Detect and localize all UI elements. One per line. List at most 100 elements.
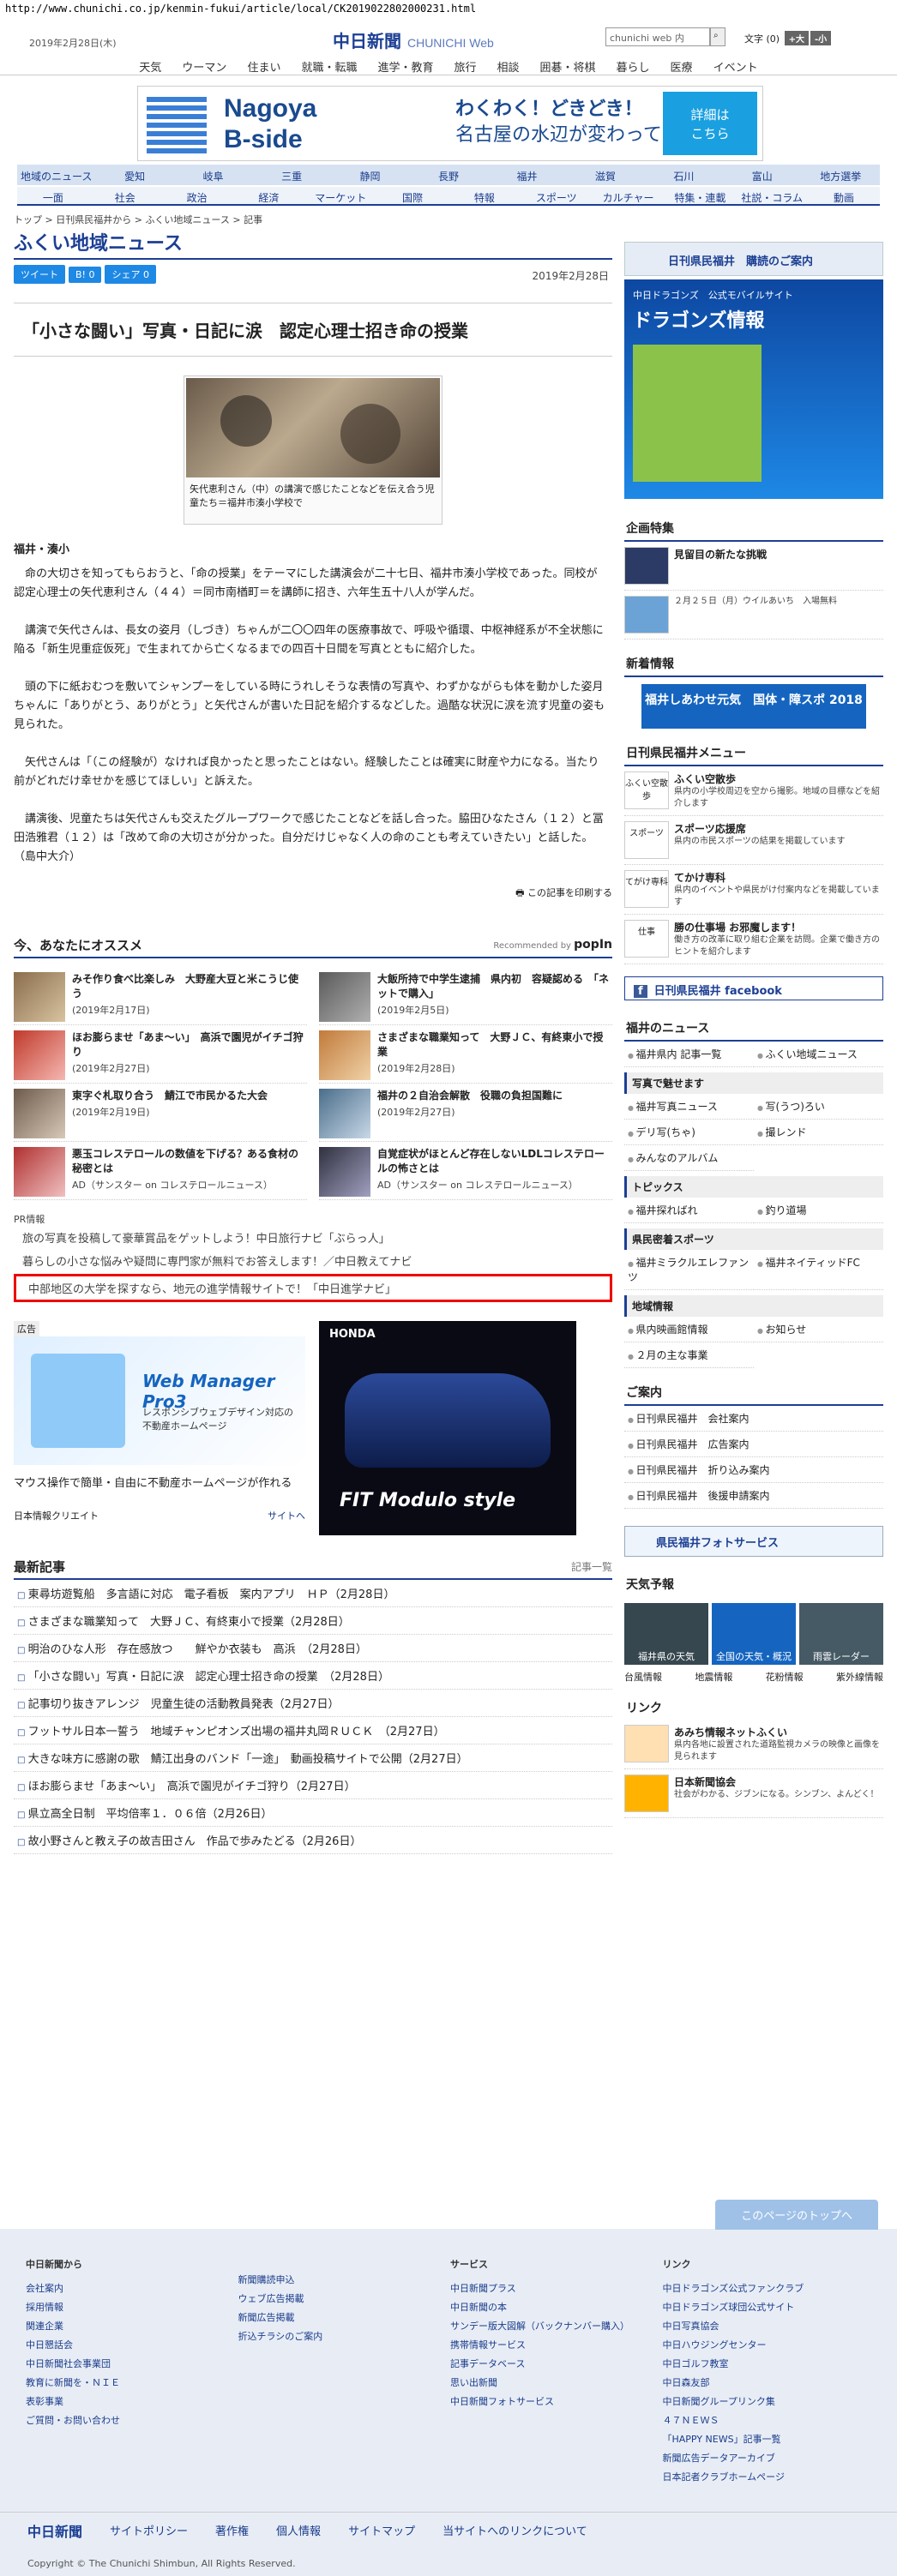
menu-item[interactable]: てがけ専科 てかけ専科 県内のイベントや県民がけ付案内などを掲載しています <box>624 865 883 915</box>
footer-link[interactable]: 中日森友部 <box>663 2373 876 2392</box>
category-nav-item[interactable]: 動画 <box>808 187 880 204</box>
pr-link[interactable]: 暮らしの小さな悩みや疑問に専門家が無料でお答えします！／中日教えてナビ <box>14 1249 612 1272</box>
region-link[interactable]: 県内映画館情報 <box>624 1317 754 1342</box>
latest-item[interactable]: 「小さな闘い」写真・日記に涙 認定心理士招き命の授業 （2月28日） <box>14 1662 612 1690</box>
recommend-item[interactable]: 東字ぐ札取り合う 鯖江で市民かるた大会 (2019年2月19日) <box>14 1084 307 1142</box>
footer-link[interactable]: サンデー版大図解（バックナンバー購入） <box>450 2316 663 2335</box>
category-nav-item[interactable]: カルチャー <box>593 187 665 204</box>
gnav-item[interactable]: 住まい <box>237 55 291 75</box>
latest-item[interactable]: 東尋坊遊覧船 多言語に対応 電子看板 案内アプリ ＨＰ（2月28日） <box>14 1580 612 1607</box>
print-link[interactable]: 🖶 この記事を印刷する <box>14 886 612 902</box>
latest-more-link[interactable]: 記事一覧 <box>571 1559 612 1574</box>
footer-link[interactable]: 表彰事業 <box>26 2392 238 2411</box>
pr-link-highlighted[interactable]: 中部地区の大学を探すなら、地元の進学情報サイトで！「中日進学ナビ」 <box>14 1274 612 1302</box>
footer-link[interactable]: 教育に新聞を・ＮＩＥ <box>26 2373 238 2392</box>
recommend-item[interactable]: 悪玉コレステロールの数値を下げる？ある食材の秘密とは AD（サンスター on コレ… <box>14 1142 307 1200</box>
recommend-item[interactable]: さまざまな職業知って 大野ＪＣ、有終東小で授業 (2019年2月28日) <box>319 1025 612 1084</box>
recommend-item[interactable]: 大飯所持で中学生逮捕 県内初 容疑認める 「ネットで購入」 (2019年2月5日) <box>319 967 612 1025</box>
weather-link[interactable]: 台風情報 <box>624 1670 662 1684</box>
category-nav-item[interactable]: 社会 <box>89 187 161 204</box>
footer-bar-link[interactable]: 当サイトへのリンクについて <box>442 2522 587 2538</box>
footer-link[interactable]: 日本記者クラブホームページ <box>663 2467 876 2486</box>
breadcrumb[interactable]: トップ > 日刊県民福井から > ふくい地域ニュース > 記事 <box>14 213 612 228</box>
ad-web-manager[interactable]: 広告 Web Manager Pro3 レスポンシブウェブデザイン対応の不動産ホ… <box>14 1321 305 1546</box>
menu-item[interactable]: 仕事 勝の仕事場 お邪魔します！ 働き方の改革に取り組む企業を訪問。企業で働き方のヒ… <box>624 915 883 964</box>
gnav-item[interactable]: 暮らし <box>606 55 660 75</box>
gnav-item[interactable]: 天気 <box>129 55 172 75</box>
link-item[interactable]: 日本新聞協会 社会がわかる、ジブンになる。シンブン、よんどく！ <box>624 1769 883 1818</box>
footer-link[interactable]: 「HAPPY NEWS」記事一覧 <box>663 2429 876 2448</box>
gnav-item[interactable]: 医療 <box>660 55 703 75</box>
guide-link[interactable]: 日刊県民福井 広告案内 <box>624 1432 883 1457</box>
region-nav-item[interactable]: 愛知 <box>95 165 173 185</box>
footer-link[interactable]: 新聞広告データアーカイブ <box>663 2448 876 2467</box>
footer-bar-link[interactable]: サイトポリシー <box>110 2522 188 2538</box>
category-nav-item[interactable]: 一面 <box>17 187 89 204</box>
gnav-item[interactable]: イベント <box>703 55 768 75</box>
latest-item[interactable]: ほお膨らませ「あま〜い」 高浜で園児がイチゴ狩り（2月27日） <box>14 1772 612 1799</box>
footer-bar-link[interactable]: 個人情報 <box>276 2522 321 2538</box>
region-nav-item[interactable]: 福井 <box>488 165 566 185</box>
text-size-small-button[interactable]: -小 <box>810 31 832 45</box>
footer-link[interactable]: 折込チラシのご案内 <box>238 2327 451 2345</box>
recommend-item[interactable]: 自覚症状がほとんど存在しないLDLコレステロールの怖さとは AD（サンスター on… <box>319 1142 612 1200</box>
dragons-banner[interactable]: 中日ドラゴンズ 公式モバイルサイト ドラゴンズ情報 <box>624 279 883 499</box>
footer-link[interactable]: 中日新聞グループリンク集 <box>663 2392 876 2411</box>
footer-link[interactable]: 携帯情報サービス <box>450 2335 663 2354</box>
region-nav-item[interactable]: 三重 <box>252 165 330 185</box>
fnews-link[interactable]: 福井県内 記事一覧 <box>624 1042 754 1067</box>
latest-item[interactable]: 明治のひな人形 存在感放つ 鮮やか衣装も 高浜 （2月28日） <box>14 1635 612 1662</box>
category-nav-item[interactable]: 社説・コラム <box>736 187 808 204</box>
footer-link[interactable]: 中日新聞の本 <box>450 2297 663 2316</box>
photo-service-banner[interactable]: 県民福井フォトサービス <box>624 1526 883 1557</box>
site-logo[interactable]: 中日新聞 CHUNICHI Web <box>333 27 494 52</box>
gnav-item[interactable]: 相談 <box>487 55 530 75</box>
ad-site-link[interactable]: サイトへ <box>268 1509 305 1522</box>
tweet-button[interactable]: ツイート <box>14 265 65 284</box>
link-item[interactable]: あみち情報ネットふくい 県内各地に設置された道路監視カメラの映像と画像を見られます <box>624 1720 883 1769</box>
ad-banner-nagoya-bside[interactable]: Nagoya B-side わくわく！どきどき！ 名古屋の水辺が変わっていく 詳細は… <box>137 86 763 161</box>
footer-link[interactable]: 記事データベース <box>450 2354 663 2373</box>
weather-link[interactable]: 花粉情報 <box>766 1670 804 1684</box>
subscribe-banner[interactable]: 日刊県民福井 購読のご案内 <box>624 242 883 276</box>
kikaku-item[interactable]: ２月２５日（月）ウイルあいち 入場無料 <box>624 591 883 639</box>
latest-item[interactable]: 大きな味方に感謝の歌 鯖江出身のバンド「一途」 動画投稿サイトで公開（2月27日… <box>14 1744 612 1772</box>
hatena-button[interactable]: B! 0 <box>69 267 102 283</box>
region-nav-item[interactable]: 地域のニュース <box>17 165 95 185</box>
footer-link[interactable]: 中日懇話会 <box>26 2335 238 2354</box>
sports-link[interactable]: 福井ミラクルエレファンツ <box>624 1250 754 1290</box>
weather-link[interactable]: 紫外線情報 <box>836 1670 883 1684</box>
weather-link[interactable]: 地震情報 <box>695 1670 732 1684</box>
category-nav-item[interactable]: 特報 <box>448 187 521 204</box>
footer-link[interactable]: 中日写真協会 <box>663 2316 876 2335</box>
topics-link[interactable]: 福井探ればれ <box>624 1198 754 1223</box>
category-nav-item[interactable]: 国際 <box>376 187 448 204</box>
menu-item[interactable]: ふくい空散歩 ふくい空散歩 県内の小学校周辺を空から撮影。地域の目標などを紹介します <box>624 766 883 816</box>
weather-tile-national[interactable]: 全国の天気・概況 <box>712 1603 796 1665</box>
region-nav-item[interactable]: 地方選挙 <box>802 165 880 185</box>
photo-link[interactable]: 撮レンド <box>754 1120 883 1145</box>
photo-link[interactable]: デリ写(ちゃ) <box>624 1120 754 1145</box>
search-button[interactable]: ⌕ <box>710 27 725 46</box>
latest-item[interactable]: フットサル日本一誓う 地域チャンピオンズ出場の福井丸岡ＲＵＣＫ （2月27日） <box>14 1717 612 1744</box>
to-top-button[interactable]: このページのトップへ <box>715 2200 878 2230</box>
weather-tile-radar[interactable]: 雨雲レーダー <box>799 1603 883 1665</box>
footer-link[interactable]: 関連企業 <box>26 2316 238 2335</box>
menu-item[interactable]: スポーツ スポーツ応援席 県内の市民スポーツの結果を掲載しています <box>624 816 883 865</box>
footer-link[interactable]: 採用情報 <box>26 2297 238 2316</box>
footer-link[interactable]: ウェブ広告掲載 <box>238 2289 451 2308</box>
text-size-large-button[interactable]: +大 <box>784 31 809 45</box>
ad-honda[interactable]: HONDA FIT Modulo style <box>319 1321 576 1535</box>
footer-link[interactable]: 中日ドラゴンズ球団公式サイト <box>663 2297 876 2316</box>
region-nav-item[interactable]: 静岡 <box>331 165 409 185</box>
category-nav-item[interactable]: 政治 <box>161 187 233 204</box>
gnav-item[interactable]: 就職・転職 <box>291 55 367 75</box>
region-nav-item[interactable]: 岐阜 <box>174 165 252 185</box>
footer-link[interactable]: 中日新聞フォトサービス <box>450 2392 663 2411</box>
footer-bar-link[interactable]: サイトマップ <box>348 2522 415 2538</box>
facebook-link[interactable]: f 日刊県民福井 facebook <box>624 976 883 1000</box>
topics-link[interactable]: 釣り道場 <box>754 1198 883 1223</box>
pr-link[interactable]: 旅の写真を投稿して豪華賞品をゲットしよう！中日旅行ナビ「ぶらっ人」 <box>14 1226 612 1249</box>
gnav-item[interactable]: 旅行 <box>443 55 486 75</box>
search-input[interactable]: chunichi web 内 <box>605 27 710 46</box>
